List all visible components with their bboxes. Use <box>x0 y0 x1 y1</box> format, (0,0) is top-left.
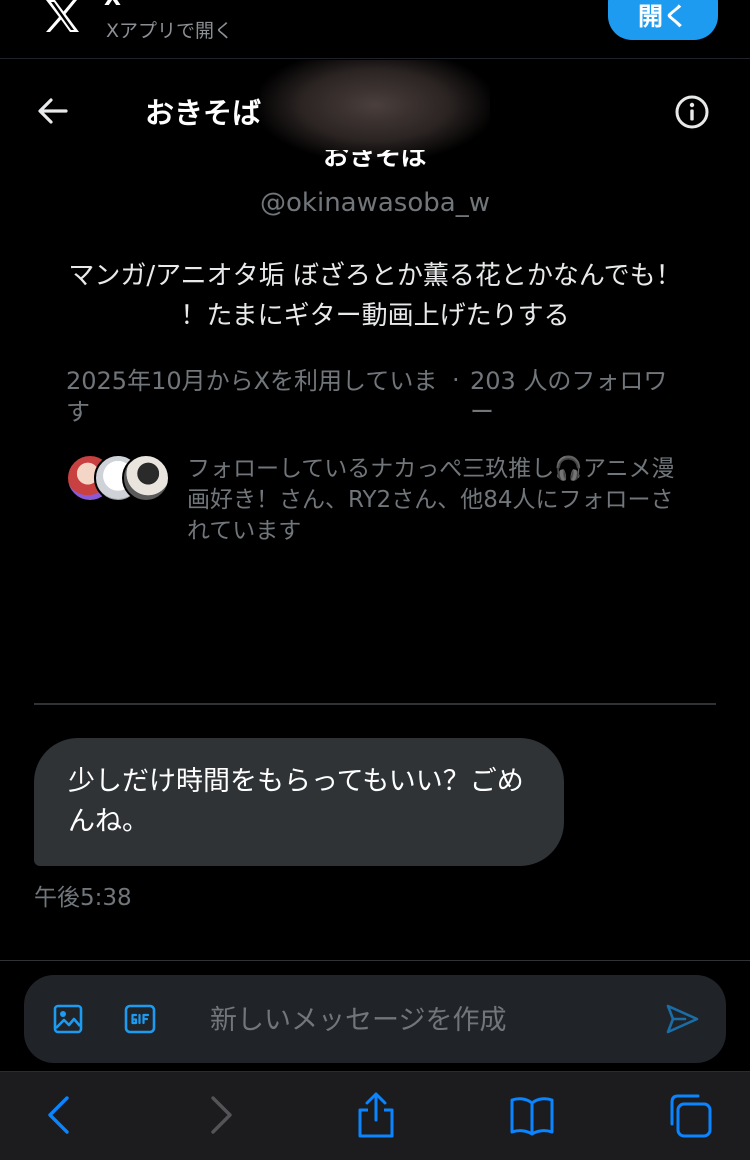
open-in-app-link[interactable]: Xアプリで開く <box>106 16 233 43</box>
message-composer <box>24 975 726 1063</box>
app-banner: X Xアプリで開く 開く <box>0 0 750 59</box>
send-icon[interactable] <box>664 1001 700 1037</box>
conversation-avatar[interactable] <box>260 60 490 160</box>
message-text: 少しだけ時間をもらってもいい？ごめんね。 <box>68 766 524 837</box>
joined-date: 2025年10月からXを利用しています <box>66 367 438 426</box>
x-logo-icon <box>46 0 79 32</box>
mutual-followers-avatars[interactable] <box>66 454 170 502</box>
open-app-button[interactable]: 開く <box>608 0 718 40</box>
tabs-icon[interactable] <box>666 1090 714 1140</box>
share-icon[interactable] <box>352 1090 400 1140</box>
message-bubble[interactable]: 少しだけ時間をもらってもいい？ごめんね。 <box>34 738 564 866</box>
chevron-left-icon[interactable] <box>36 1090 84 1140</box>
info-circle-icon[interactable] <box>674 94 710 130</box>
divider <box>34 703 716 705</box>
arrow-left-icon[interactable] <box>36 94 70 128</box>
message-input[interactable] <box>208 995 632 1045</box>
profile-bio: マンガ/アニオタ垢 ぼざろとか薫る花とかなんでも！ ！たまにギター動画上げたりす… <box>68 261 682 331</box>
separator-dot: · <box>452 366 460 394</box>
banner-title: X <box>104 0 121 11</box>
gif-icon[interactable] <box>124 1004 156 1034</box>
follower-count[interactable]: 203 人のフォロワー <box>470 366 670 428</box>
divider <box>0 960 750 961</box>
profile-handle[interactable]: @okinawasoba_w <box>0 188 750 218</box>
avatar <box>122 454 170 502</box>
profile-name: おきそば <box>322 150 427 172</box>
message-timestamp: 午後5:38 <box>34 885 132 911</box>
browser-toolbar <box>0 1071 750 1160</box>
bookmarks-icon[interactable] <box>508 1090 556 1140</box>
conversation-title: おきそば <box>145 96 262 130</box>
followed-by-text[interactable]: フォローしているナカっぺ三玖推し🎧アニメ漫画好き！さん、RY2さん、他84人にフ… <box>187 454 687 547</box>
chevron-right-icon[interactable] <box>196 1090 244 1140</box>
image-icon[interactable] <box>52 1003 84 1035</box>
